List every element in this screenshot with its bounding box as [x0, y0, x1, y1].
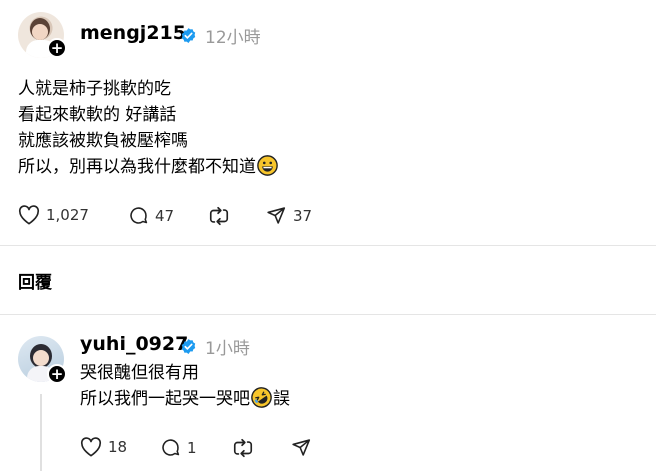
replies-section-label[interactable]: 回覆: [18, 268, 52, 293]
send-icon: [292, 439, 311, 456]
post-line-4: 所以，別再以為我什麼都不知道: [18, 157, 256, 177]
repost-button[interactable]: [208, 205, 230, 227]
post-time: 12小時: [205, 28, 261, 48]
send-icon: [267, 207, 286, 224]
reply-time: 1小時: [205, 339, 250, 359]
like-button[interactable]: 1,027: [18, 205, 89, 225]
heart-icon: [18, 205, 40, 225]
reply-line-2: 所以我們一起哭一哭吧: [80, 389, 250, 409]
reply-line-2-row: 所以我們一起哭一哭吧 誤: [80, 386, 290, 412]
repost-icon: [233, 438, 253, 458]
reply-comment-count: 1: [187, 438, 197, 457]
post-line-4-row: 所以，別再以為我什麼都不知道: [18, 154, 278, 180]
follow-plus-icon[interactable]: +: [47, 38, 67, 58]
threads-page: + mengj215 12小時 人就是柿子挑軟的吃 看起來軟軟的 好講話 就應該…: [0, 0, 656, 471]
post-username[interactable]: mengj215: [80, 22, 186, 44]
comment-bubble-icon: [130, 207, 148, 224]
reply-like-count: 18: [108, 438, 128, 456]
verified-badge-icon: [181, 28, 196, 43]
post-line-2: 看起來軟軟的 好講話: [18, 105, 177, 125]
reply-line-2-suffix: 誤: [273, 389, 290, 409]
reply-share-button[interactable]: [290, 437, 312, 458]
reply-like-button[interactable]: 18: [80, 437, 127, 457]
reply-line-1: 哭很醜但很有用: [80, 363, 199, 383]
reply-thread-line: [40, 394, 42, 471]
post-divider: [0, 245, 656, 246]
comment-bubble-icon: [162, 439, 180, 456]
comment-count: 47: [155, 206, 175, 225]
post-line-1: 人就是柿子挑軟的吃: [18, 79, 171, 99]
repost-icon: [209, 206, 229, 226]
follow-plus-icon[interactable]: +: [47, 364, 67, 384]
share-count: 37: [293, 206, 313, 225]
rolling-on-floor-laughing-emoji-icon: [251, 387, 272, 408]
share-button[interactable]: 37: [265, 205, 312, 226]
verified-badge-icon: [181, 339, 196, 354]
reply-comment-button[interactable]: 1: [160, 437, 197, 458]
comment-button[interactable]: 47: [128, 205, 174, 226]
post-line-3: 就應該被欺負被壓榨嗎: [18, 131, 188, 151]
replies-divider: [0, 314, 656, 315]
grinning-face-emoji-icon: [257, 155, 278, 176]
like-count: 1,027: [46, 206, 89, 224]
post-body: 人就是柿子挑軟的吃 看起來軟軟的 好講話 就應該被欺負被壓榨嗎 所以，別再以為我…: [18, 76, 278, 180]
heart-icon: [80, 437, 102, 457]
reply-body: 哭很醜但很有用 所以我們一起哭一哭吧 誤: [80, 360, 290, 412]
reply-username[interactable]: yuhi_0927: [80, 333, 188, 355]
reply-repost-button[interactable]: [232, 437, 254, 459]
